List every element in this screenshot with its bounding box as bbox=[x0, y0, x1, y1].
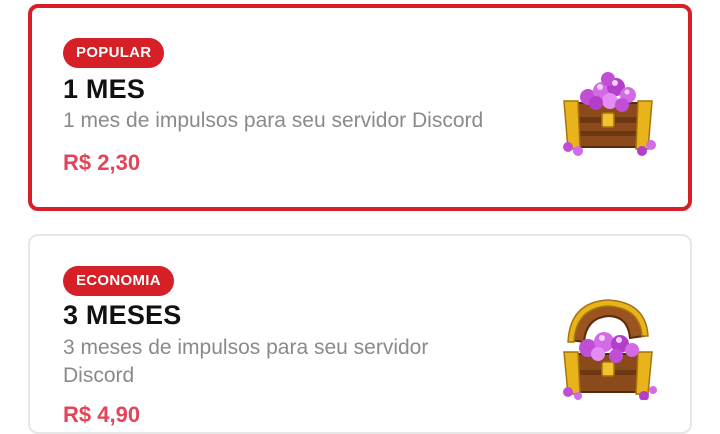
plan-description: 1 mes de impulsos para seu servidor Disc… bbox=[63, 109, 484, 132]
plan-badge: ECONOMIA bbox=[63, 266, 174, 296]
plan-card-1-month[interactable]: POPULAR 1 MES 1 mes de impulsos para seu… bbox=[28, 4, 692, 211]
plan-title: 3 MESES bbox=[63, 300, 182, 330]
plan-badge: POPULAR bbox=[63, 38, 165, 68]
open-gem-chest-icon bbox=[556, 296, 660, 405]
plan-card-3-months[interactable]: ECONOMIA 3 MESES 3 meses de impulsos par… bbox=[28, 234, 692, 434]
plan-title: 1 MES bbox=[63, 74, 146, 104]
gem-chest-icon bbox=[558, 63, 658, 168]
plan-price: R$ 4,90 bbox=[63, 402, 141, 427]
plan-description: 3 meses de impulsos para seu servidor Di… bbox=[63, 336, 429, 387]
plan-price: R$ 2,30 bbox=[63, 150, 141, 175]
